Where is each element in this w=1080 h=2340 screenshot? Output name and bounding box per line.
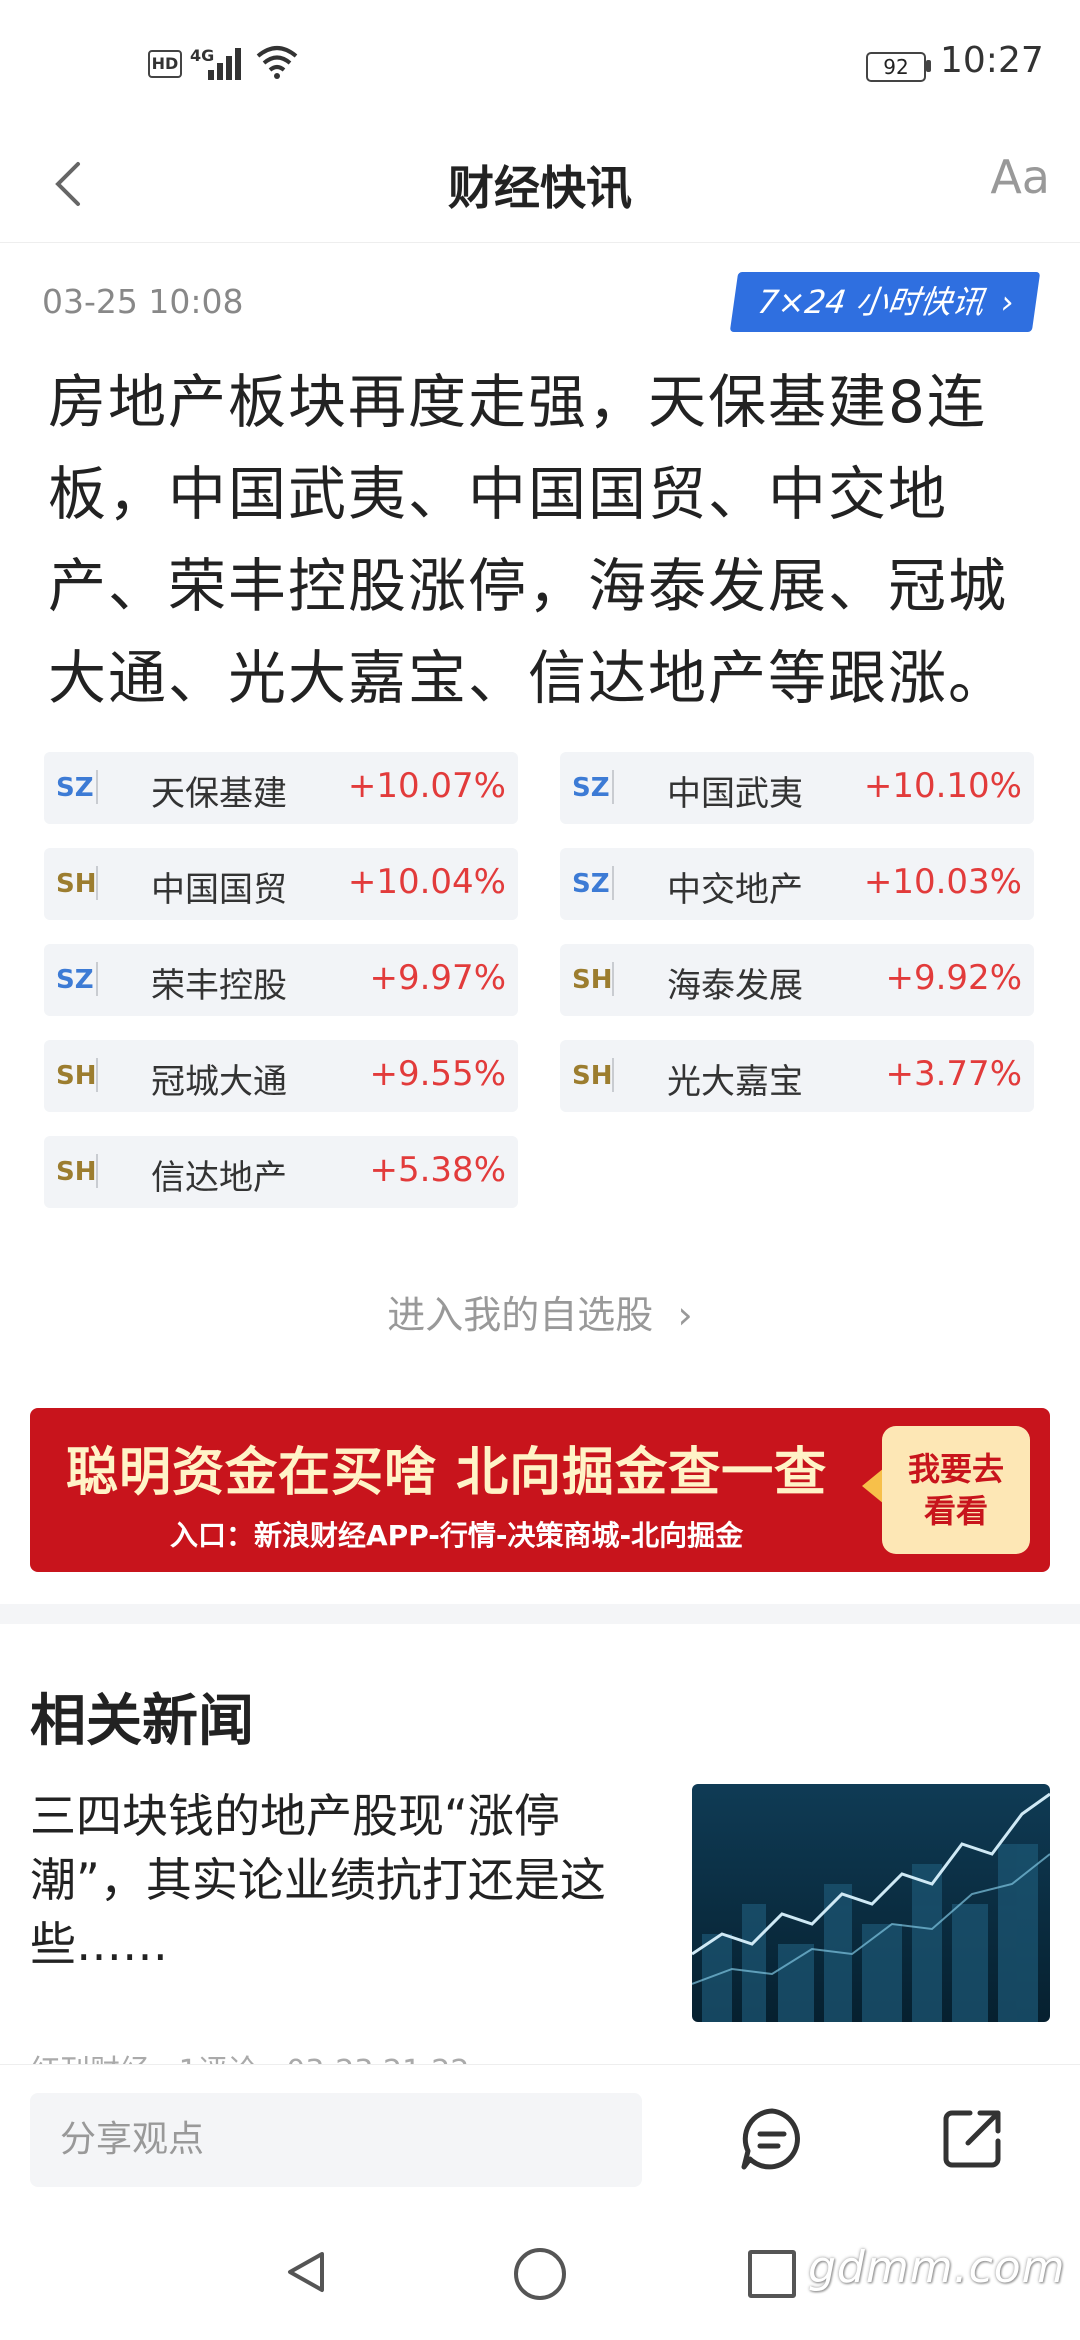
stock-name: 中国武夷 [667, 774, 803, 814]
banner-cta-button[interactable]: 我要去 看看 [882, 1426, 1030, 1554]
market-tag: SH [572, 965, 613, 995]
system-nav-bar: gdmm.com [0, 2202, 1080, 2340]
market-tag: SH [56, 869, 97, 899]
stock-card[interactable]: SH 中国国贸 +10.04% [44, 848, 518, 920]
stock-card[interactable]: SZ 中国武夷 +10.10% [560, 752, 1034, 824]
share-icon[interactable] [940, 2105, 1006, 2171]
stock-change: +10.03% [863, 862, 1022, 902]
banner-headline: 聪明资金在买啥 北向掘金查一查 [66, 1443, 828, 1503]
chevron-right-icon: › [998, 283, 1017, 321]
stock-card[interactable]: SH 海泰发展 +9.92% [560, 944, 1034, 1016]
stock-name: 中国国贸 [151, 870, 287, 910]
market-tag: SH [572, 1061, 613, 1091]
banner-cta-line2: 看看 [923, 1492, 988, 1530]
stock-name: 天保基建 [151, 774, 287, 814]
nav-home-icon[interactable] [514, 2248, 566, 2300]
stock-name: 海泰发展 [667, 966, 803, 1006]
battery-icon: 92 [866, 52, 926, 82]
market-tag: SZ [56, 965, 94, 995]
battery-tip [926, 60, 931, 72]
divider [612, 770, 614, 804]
wifi-icon [256, 46, 298, 79]
stock-name: 荣丰控股 [151, 966, 287, 1006]
article-timestamp: 03-25 10:08 [42, 282, 244, 321]
stock-change: +9.92% [885, 958, 1023, 998]
divider [96, 962, 98, 996]
divider [612, 962, 614, 996]
promo-banner[interactable]: 聪明资金在买啥 北向掘金查一查 入口：新浪财经APP-行情-决策商城-北向掘金 … [30, 1408, 1050, 1572]
comment-input[interactable]: 分享观点 [30, 2093, 642, 2187]
market-tag: SH [56, 1061, 97, 1091]
divider [96, 770, 98, 804]
watchlist-link[interactable]: 进入我的自选股 › [0, 1284, 1080, 1339]
stock-name: 光大嘉宝 [667, 1062, 803, 1102]
font-size-button[interactable]: Aa [990, 150, 1050, 204]
stock-change: +3.77% [885, 1054, 1023, 1094]
news-thumbnail[interactable] [692, 1784, 1050, 2022]
related-news-meta: 红刊财经 · 1评论 · 03-23 21:22 [30, 2046, 469, 2064]
stock-change: +9.97% [369, 958, 507, 998]
nav-recents-icon[interactable] [748, 2250, 796, 2298]
chevron-right-icon: › [665, 1293, 693, 1337]
stock-card[interactable]: SZ 中交地产 +10.03% [560, 848, 1034, 920]
stock-name: 中交地产 [667, 870, 803, 910]
nav-back-icon[interactable] [282, 2248, 330, 2296]
banner-subtext: 入口：新浪财经APP-行情-决策商城-北向掘金 [170, 1519, 744, 1552]
stock-card[interactable]: SH 冠城大通 +9.55% [44, 1040, 518, 1112]
stock-card[interactable]: SZ 荣丰控股 +9.97% [44, 944, 518, 1016]
header: 财经快讯 Aa [0, 130, 1080, 243]
watchlist-link-label: 进入我的自选股 [387, 1293, 654, 1337]
page-title: 财经快讯 [448, 161, 632, 215]
market-tag: SZ [56, 773, 94, 803]
stock-change: +10.04% [347, 862, 506, 902]
market-tag: SZ [572, 773, 610, 803]
divider [96, 866, 98, 900]
arrow-icon [862, 1468, 884, 1504]
clock: 10:27 [940, 40, 1044, 81]
divider [96, 1154, 98, 1188]
related-news-title: 相关新闻 [30, 1689, 254, 1754]
market-tag: SZ [572, 869, 610, 899]
stock-change: +5.38% [369, 1150, 507, 1190]
banner-cta-line1: 我要去 [907, 1450, 1004, 1488]
live-news-badge-label: 7×24 小时快讯 [755, 283, 987, 321]
stock-name: 信达地产 [151, 1158, 287, 1198]
comment-bar: 分享观点 [0, 2064, 1080, 2203]
divider [612, 866, 614, 900]
hd-icon: HD [148, 50, 182, 78]
article-headline: 房地产板块再度走强，天保基建8连板，中国武夷、中国国贸、中交地产、荣丰控股涨停，… [48, 368, 1009, 712]
related-news-headline[interactable]: 三四块钱的地产股现“涨停潮”，其实论业绩抗打还是这些…… [30, 1784, 630, 1976]
section-divider [0, 1604, 1080, 1624]
stock-card[interactable]: SH 光大嘉宝 +3.77% [560, 1040, 1034, 1112]
divider [612, 1058, 614, 1092]
live-news-badge[interactable]: 7×24 小时快讯 › [729, 272, 1041, 332]
stock-card[interactable]: SZ 天保基建 +10.07% [44, 752, 518, 824]
stock-card[interactable]: SH 信达地产 +5.38% [44, 1136, 518, 1208]
comment-icon[interactable] [740, 2107, 804, 2171]
divider [96, 1058, 98, 1092]
watermark: gdmm.com [808, 2242, 1066, 2293]
stock-change: +10.07% [347, 766, 506, 806]
stock-change: +10.10% [863, 766, 1022, 806]
status-bar: HD 4G 92 10:27 [0, 0, 1080, 130]
stock-change: +9.55% [369, 1054, 507, 1094]
stock-name: 冠城大通 [151, 1062, 287, 1102]
market-tag: SH [56, 1157, 97, 1187]
signal-icon [208, 46, 248, 80]
